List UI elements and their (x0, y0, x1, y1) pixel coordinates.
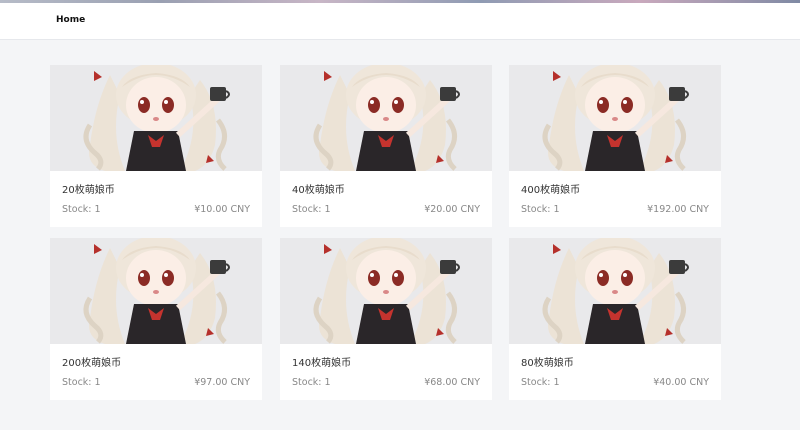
product-stock: Stock: 1 (62, 377, 101, 388)
product-image (509, 238, 721, 344)
mascot-illustration (280, 238, 492, 344)
product-title: 140枚萌娘币 (292, 358, 352, 369)
mascot-illustration (280, 65, 492, 171)
mascot-illustration (50, 65, 262, 171)
stock-value: 1 (553, 204, 560, 215)
product-image (50, 238, 262, 344)
stock-label: Stock: (521, 204, 551, 215)
product-image (509, 65, 721, 171)
product-title: 80枚萌娘币 (521, 358, 574, 369)
nav-home-link[interactable]: Home (56, 15, 85, 25)
product-card[interactable]: 400枚萌娘币 Stock: 1 ¥192.00 CNY (509, 65, 721, 227)
product-card[interactable]: 40枚萌娘币 Stock: 1 ¥20.00 CNY (280, 65, 492, 227)
mascot-illustration (50, 238, 262, 344)
product-card[interactable]: 200枚萌娘币 Stock: 1 ¥97.00 CNY (50, 238, 262, 400)
product-title: 200枚萌娘币 (62, 358, 122, 369)
stock-value: 1 (94, 204, 101, 215)
product-card[interactable]: 140枚萌娘币 Stock: 1 ¥68.00 CNY (280, 238, 492, 400)
product-price: ¥192.00 CNY (647, 204, 709, 215)
product-card[interactable]: 80枚萌娘币 Stock: 1 ¥40.00 CNY (509, 238, 721, 400)
product-price: ¥97.00 CNY (194, 377, 250, 388)
product-stock: Stock: 1 (521, 377, 560, 388)
product-price: ¥68.00 CNY (424, 377, 480, 388)
stock-label: Stock: (62, 204, 92, 215)
stock-label: Stock: (521, 377, 551, 388)
product-card[interactable]: 20枚萌娘币 Stock: 1 ¥10.00 CNY (50, 65, 262, 227)
product-price: ¥10.00 CNY (194, 204, 250, 215)
stock-label: Stock: (62, 377, 92, 388)
product-price: ¥40.00 CNY (653, 377, 709, 388)
stock-value: 1 (324, 204, 331, 215)
mascot-illustration (509, 65, 721, 171)
product-image (50, 65, 262, 171)
product-stock: Stock: 1 (521, 204, 560, 215)
product-stock: Stock: 1 (292, 377, 331, 388)
mascot-illustration (509, 238, 721, 344)
product-image (280, 238, 492, 344)
top-navbar: Home (0, 3, 800, 40)
product-image (280, 65, 492, 171)
product-title: 20枚萌娘币 (62, 185, 115, 196)
stock-value: 1 (94, 377, 101, 388)
product-stock: Stock: 1 (62, 204, 101, 215)
product-stock: Stock: 1 (292, 204, 331, 215)
stock-label: Stock: (292, 204, 322, 215)
product-price: ¥20.00 CNY (424, 204, 480, 215)
stock-label: Stock: (292, 377, 322, 388)
product-title: 400枚萌娘币 (521, 185, 581, 196)
product-title: 40枚萌娘币 (292, 185, 345, 196)
stock-value: 1 (324, 377, 331, 388)
stock-value: 1 (553, 377, 560, 388)
